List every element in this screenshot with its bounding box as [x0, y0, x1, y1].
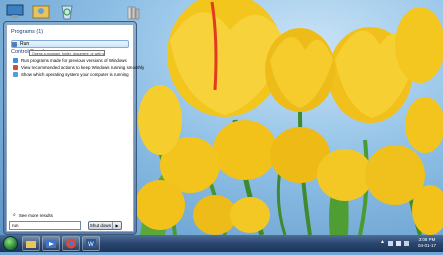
compat-icon [13, 58, 18, 63]
cp-item-label: Show which operating system your compute… [21, 72, 129, 77]
flag-tray-icon[interactable] [404, 241, 409, 246]
taskbar-word-button[interactable]: W [82, 236, 100, 251]
folder-icon [26, 241, 36, 248]
start-menu: Programs (1) Run Control Panel Opens a p… [3, 21, 144, 235]
svg-text:W: W [88, 242, 94, 248]
volume-icon[interactable] [396, 241, 401, 246]
search-results-panel: Programs (1) Run Control Panel Opens a p… [6, 24, 144, 232]
cp-item-actions[interactable]: View recommended actions to keep Windows… [13, 64, 144, 71]
start-button[interactable] [3, 236, 18, 251]
show-hidden-icons-icon[interactable]: ▲ [380, 239, 385, 245]
media-player-icon [46, 240, 56, 248]
flag-icon [13, 65, 18, 70]
cp-item-compat[interactable]: Run programs made for previous versions … [13, 57, 127, 64]
see-more-results-link[interactable]: ⌕ See more results [13, 212, 53, 218]
chrome-icon [66, 238, 76, 249]
start-search-input[interactable]: run [9, 221, 81, 230]
see-more-label: See more results [18, 212, 53, 218]
taskbar-explorer-button[interactable] [22, 236, 40, 251]
taskbar-clock[interactable]: 3:08 PM 04-01-17 [415, 237, 439, 249]
cp-item-os[interactable]: Show which operating system your compute… [13, 71, 129, 78]
taskbar-chrome-button[interactable] [62, 236, 80, 251]
taskbar: W ▲ 3:08 PM 04-01-17 [0, 235, 443, 252]
search-icon: ⌕ [13, 212, 16, 218]
shutdown-options-arrow-icon[interactable]: ▶ [112, 222, 121, 229]
cp-item-label: View recommended actions to keep Windows… [21, 65, 145, 70]
system-icon [13, 72, 18, 77]
program-item-run[interactable]: Run [11, 40, 129, 48]
shutdown-button[interactable]: Shut down ▶ [88, 221, 122, 230]
clock-date: 04-01-17 [417, 243, 436, 248]
network-icon[interactable] [388, 241, 393, 246]
program-label: Run [20, 41, 30, 47]
programs-header: Programs (1) [11, 29, 44, 35]
run-tooltip: Opens a program, folder, document, or we… [29, 50, 105, 56]
word-icon: W [86, 239, 96, 248]
taskbar-media-player-button[interactable] [42, 236, 60, 251]
cp-item-label: Run programs made for previous versions … [21, 58, 127, 63]
shutdown-label: Shut down [89, 223, 112, 228]
run-icon [12, 41, 17, 47]
